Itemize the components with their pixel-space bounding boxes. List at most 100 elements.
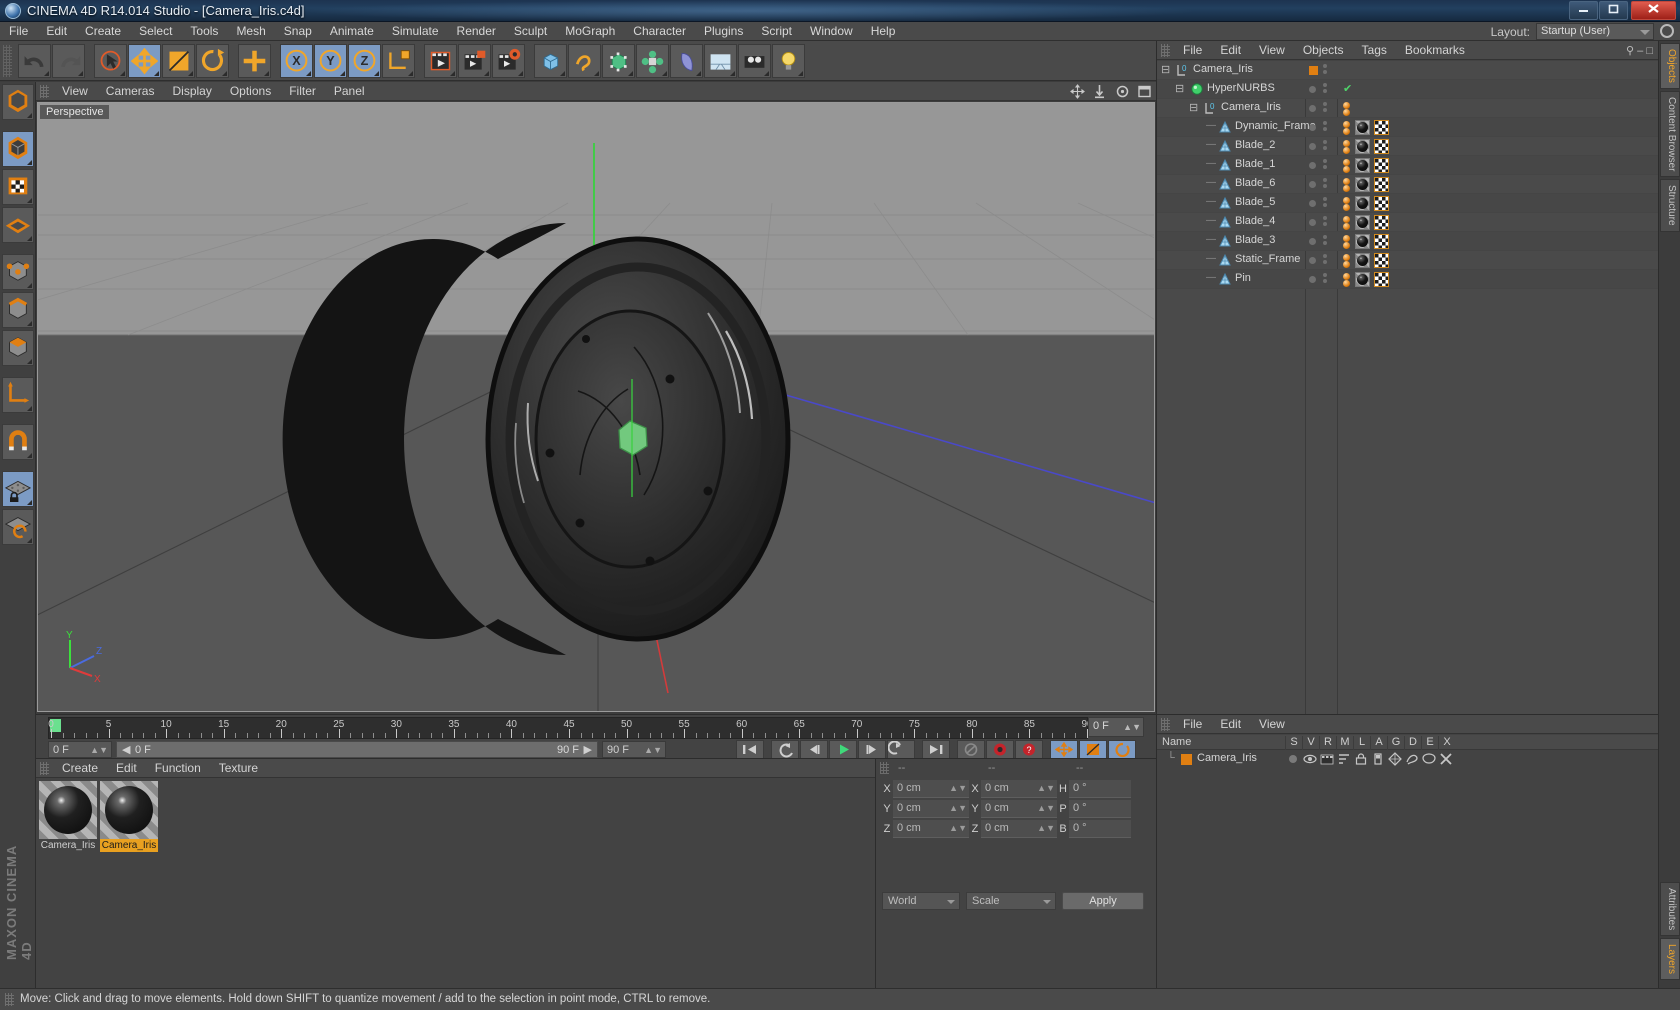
object-menu-file[interactable]: File [1174, 41, 1211, 57]
object-axis-icon[interactable] [2, 377, 34, 413]
edges-mode-icon[interactable] [2, 292, 34, 328]
dropdown-corner-icon[interactable] [764, 71, 769, 76]
layer-column-D[interactable]: D [1404, 736, 1421, 750]
visibility-editor-dot[interactable] [1309, 105, 1316, 112]
material-tag-icon[interactable] [1355, 215, 1370, 230]
dropdown-corner-icon[interactable] [154, 71, 159, 76]
coordinate-grip[interactable] [880, 762, 889, 774]
menu-item-sculpt[interactable]: Sculpt [505, 22, 556, 41]
visibility-editor-dot[interactable] [1309, 124, 1316, 131]
visible-editor-dot[interactable] [1323, 121, 1327, 125]
dropdown-corner-icon[interactable] [27, 113, 32, 118]
render-icon[interactable] [1320, 752, 1334, 766]
dynamics-tag-icon[interactable] [1343, 280, 1350, 287]
object-menu-objects[interactable]: Objects [1294, 41, 1353, 57]
visible-icon[interactable] [1303, 752, 1317, 766]
dropdown-corner-icon[interactable] [628, 71, 633, 76]
spline-icon[interactable] [568, 44, 601, 78]
redo-icon[interactable] [52, 44, 85, 78]
visible-render-dot[interactable] [1323, 70, 1327, 74]
autokey-icon[interactable] [957, 740, 985, 759]
dynamics-tag-icon[interactable] [1343, 121, 1350, 128]
visibility-editor-dot[interactable] [1309, 66, 1318, 75]
dynamics-tag-icon[interactable] [1343, 197, 1350, 204]
layer-menu-view[interactable]: View [1250, 715, 1294, 731]
rotate-tool-icon[interactable] [196, 44, 229, 78]
menu-item-script[interactable]: Script [752, 22, 801, 41]
menu-item-edit[interactable]: Edit [37, 22, 76, 41]
spinner-icon[interactable]: ▲▼ [644, 745, 662, 755]
locked-icon[interactable] [1354, 752, 1368, 766]
visible-editor-dot[interactable] [1323, 178, 1327, 182]
generators-icon[interactable] [1388, 752, 1402, 766]
enable-snap-icon[interactable] [2, 424, 34, 460]
layer-column-A[interactable]: A [1370, 736, 1387, 750]
object-row[interactable]: — Blade_3 [1157, 232, 1658, 251]
uv-tag-icon[interactable] [1374, 253, 1389, 268]
uv-tag-icon[interactable] [1374, 196, 1389, 211]
rotate-view-icon[interactable] [1115, 84, 1130, 99]
spinner-icon[interactable]: ▲▼ [1037, 823, 1055, 833]
dropdown-corner-icon[interactable] [27, 236, 32, 241]
visibility-editor-dot[interactable] [1309, 276, 1316, 283]
object-row[interactable]: — Blade_6 [1157, 175, 1658, 194]
solo-icon[interactable] [1286, 752, 1300, 766]
coordinate-mode-dropdown[interactable]: Scale [966, 892, 1056, 910]
visible-render-dot[interactable] [1323, 241, 1327, 245]
spinner-icon[interactable]: ▲▼ [949, 783, 967, 793]
visibility-editor-dot[interactable] [1309, 257, 1316, 264]
visibility-toggles[interactable] [1323, 140, 1327, 152]
points-mode-icon[interactable] [2, 254, 34, 290]
animation-icon[interactable] [1371, 752, 1385, 766]
dropdown-corner-icon[interactable] [27, 283, 32, 288]
dropdown-corner-icon[interactable] [450, 71, 455, 76]
maximize-button[interactable] [1599, 1, 1628, 20]
visibility-editor-dot[interactable] [1309, 181, 1316, 188]
expander-minus-icon[interactable]: ⊟ [1189, 101, 1198, 114]
rotation-p-field[interactable]: 0 ° [1069, 800, 1131, 818]
material-tag-icon[interactable] [1355, 177, 1370, 192]
visible-render-dot[interactable] [1323, 203, 1327, 207]
visibility-editor-dot[interactable] [1309, 86, 1316, 93]
go-to-end-icon[interactable] [922, 740, 950, 759]
deformer-icon[interactable] [670, 44, 703, 78]
environment-icon[interactable] [704, 44, 737, 78]
material-menu-texture[interactable]: Texture [210, 759, 267, 775]
tab-attributes[interactable]: Attributes [1660, 881, 1680, 936]
uv-tag-icon[interactable] [1374, 215, 1389, 230]
make-editable-icon[interactable] [2, 84, 34, 120]
visibility-toggles[interactable] [1323, 273, 1327, 285]
menu-item-mograph[interactable]: MoGraph [556, 22, 624, 41]
material-menu-function[interactable]: Function [146, 759, 210, 775]
dynamics-tag-icon[interactable] [1343, 261, 1350, 268]
maximize-view-icon[interactable] [1137, 84, 1152, 99]
object-row[interactable]: ⊟ 0 Camera_Iris [1157, 99, 1658, 118]
dropdown-corner-icon[interactable] [662, 71, 667, 76]
dropdown-corner-icon[interactable] [594, 71, 599, 76]
dropdown-corner-icon[interactable] [78, 71, 83, 76]
spinner-icon[interactable]: ▲▼ [949, 803, 967, 813]
position-x-field[interactable]: 0 cm ▲▼ [893, 780, 969, 798]
object-row[interactable]: — Blade_1 [1157, 156, 1658, 175]
visible-editor-dot[interactable] [1323, 102, 1327, 106]
visibility-toggles[interactable] [1323, 235, 1327, 247]
viewport-menu-filter[interactable]: Filter [280, 82, 325, 98]
expander-minus-icon[interactable]: ⊟ [1161, 63, 1170, 76]
viewport-menu-cameras[interactable]: Cameras [97, 82, 164, 98]
dropdown-corner-icon[interactable] [518, 71, 523, 76]
dynamics-tag-icon[interactable] [1343, 254, 1350, 261]
dropdown-corner-icon[interactable] [27, 160, 32, 165]
visibility-editor-dot[interactable] [1309, 162, 1316, 169]
object-row[interactable]: — Pin [1157, 270, 1658, 289]
tab-objects[interactable]: Objects [1660, 43, 1680, 89]
dropdown-corner-icon[interactable] [27, 453, 32, 458]
rotation-key-icon[interactable] [1108, 740, 1136, 759]
apply-button[interactable]: Apply [1062, 892, 1144, 910]
toolbar-grip[interactable] [3, 45, 12, 77]
menu-item-animate[interactable]: Animate [321, 22, 383, 41]
menu-item-create[interactable]: Create [76, 22, 130, 41]
uv-tag-icon[interactable] [1374, 234, 1389, 249]
dropdown-corner-icon[interactable] [264, 71, 269, 76]
dropdown-corner-icon[interactable] [560, 71, 565, 76]
layer-row[interactable]: └ Camera_Iris [1157, 751, 1658, 767]
